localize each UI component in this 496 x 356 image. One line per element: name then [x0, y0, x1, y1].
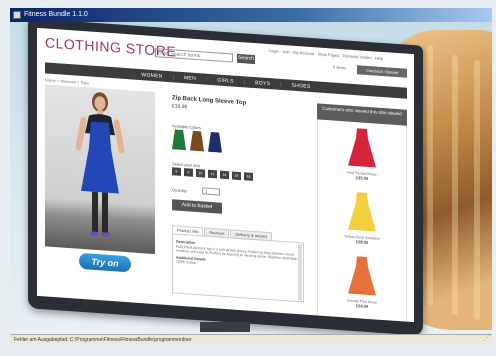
description-scrollbar[interactable] — [298, 244, 302, 301]
size-option[interactable]: 18 — [244, 172, 253, 181]
app-icon — [13, 11, 21, 19]
quantity-input[interactable]: 1 — [202, 187, 220, 196]
description-panel: Description Fully fitted zip back top in… — [172, 233, 304, 303]
related-dress-image — [348, 256, 376, 296]
nav-separator: | — [243, 78, 246, 85]
top-links[interactable]: Login · Join · My Account · Shop Pages ·… — [269, 48, 383, 61]
related-item[interactable]: Red Pleated Dress £35.00 — [318, 125, 406, 183]
color-swatch-brown[interactable] — [190, 130, 204, 152]
color-swatch-green[interactable] — [172, 129, 186, 151]
window-title: Fitness Bundle 1.1.0 — [24, 11, 88, 18]
nav-separator: | — [172, 73, 174, 80]
size-selector: 6 8 10 12 14 16 18 — [172, 167, 253, 181]
try-on-button[interactable]: Try on — [79, 252, 131, 273]
related-item[interactable]: Orange Print Dress £24.00 — [318, 253, 406, 311]
size-option[interactable]: 8 — [184, 168, 193, 177]
nav-item-men[interactable]: MEN — [184, 75, 196, 82]
size-option[interactable]: 16 — [232, 171, 241, 181]
cart-summary[interactable]: 0 Items — [333, 65, 355, 75]
related-item[interactable]: Yellow Floral Sundress £28.00 — [318, 189, 406, 247]
nav-item-boys[interactable]: BOYS — [255, 80, 270, 87]
size-option[interactable]: 12 — [208, 169, 217, 179]
nav-item-shoes[interactable]: SHOES — [292, 82, 311, 89]
size-option[interactable]: 6 — [172, 167, 181, 176]
size-option[interactable]: 14 — [220, 170, 229, 180]
checkout-button[interactable]: Checkout / Basket — [357, 65, 407, 78]
nav-separator: | — [280, 81, 282, 88]
resize-grip-icon[interactable]: ⋰ — [482, 334, 492, 344]
related-dress-image — [348, 128, 376, 168]
related-dress-image — [348, 192, 376, 232]
search-input[interactable]: Enter search terms — [155, 48, 233, 63]
color-swatch-navy[interactable] — [208, 131, 222, 153]
color-swatches — [172, 129, 222, 153]
window-titlebar[interactable]: Fitness Bundle 1.1.0 — [10, 8, 492, 22]
product-price: £19.95 — [172, 103, 188, 111]
app-canvas: CLOTHING STORE Enter search terms Search… — [10, 22, 492, 334]
related-products: Red Pleated Dress £35.00 Yellow Floral S… — [317, 119, 407, 322]
monitor: CLOTHING STORE Enter search terms Search… — [28, 22, 423, 334]
nav-item-women[interactable]: WOMEN — [141, 72, 162, 79]
monitor-stand — [200, 322, 250, 332]
nav-item-girls[interactable]: GIRLS — [217, 77, 234, 84]
nav-separator: | — [205, 76, 208, 83]
size-option[interactable]: 10 — [196, 168, 205, 178]
status-bar: Fehler am Ausgabepfad: C:\Programme\Fitn… — [10, 334, 492, 344]
store-screen: CLOTHING STORE Enter search terms Search… — [37, 27, 414, 323]
add-to-basket-button[interactable]: Add to basket — [172, 199, 222, 214]
quantity-label: Quantity — [172, 187, 187, 194]
search-button[interactable]: Search — [237, 53, 255, 65]
model-photo — [45, 84, 155, 255]
app-window: Fitness Bundle 1.1.0 CLOTHING STORE Ente… — [0, 0, 496, 356]
model-figure — [75, 92, 125, 237]
